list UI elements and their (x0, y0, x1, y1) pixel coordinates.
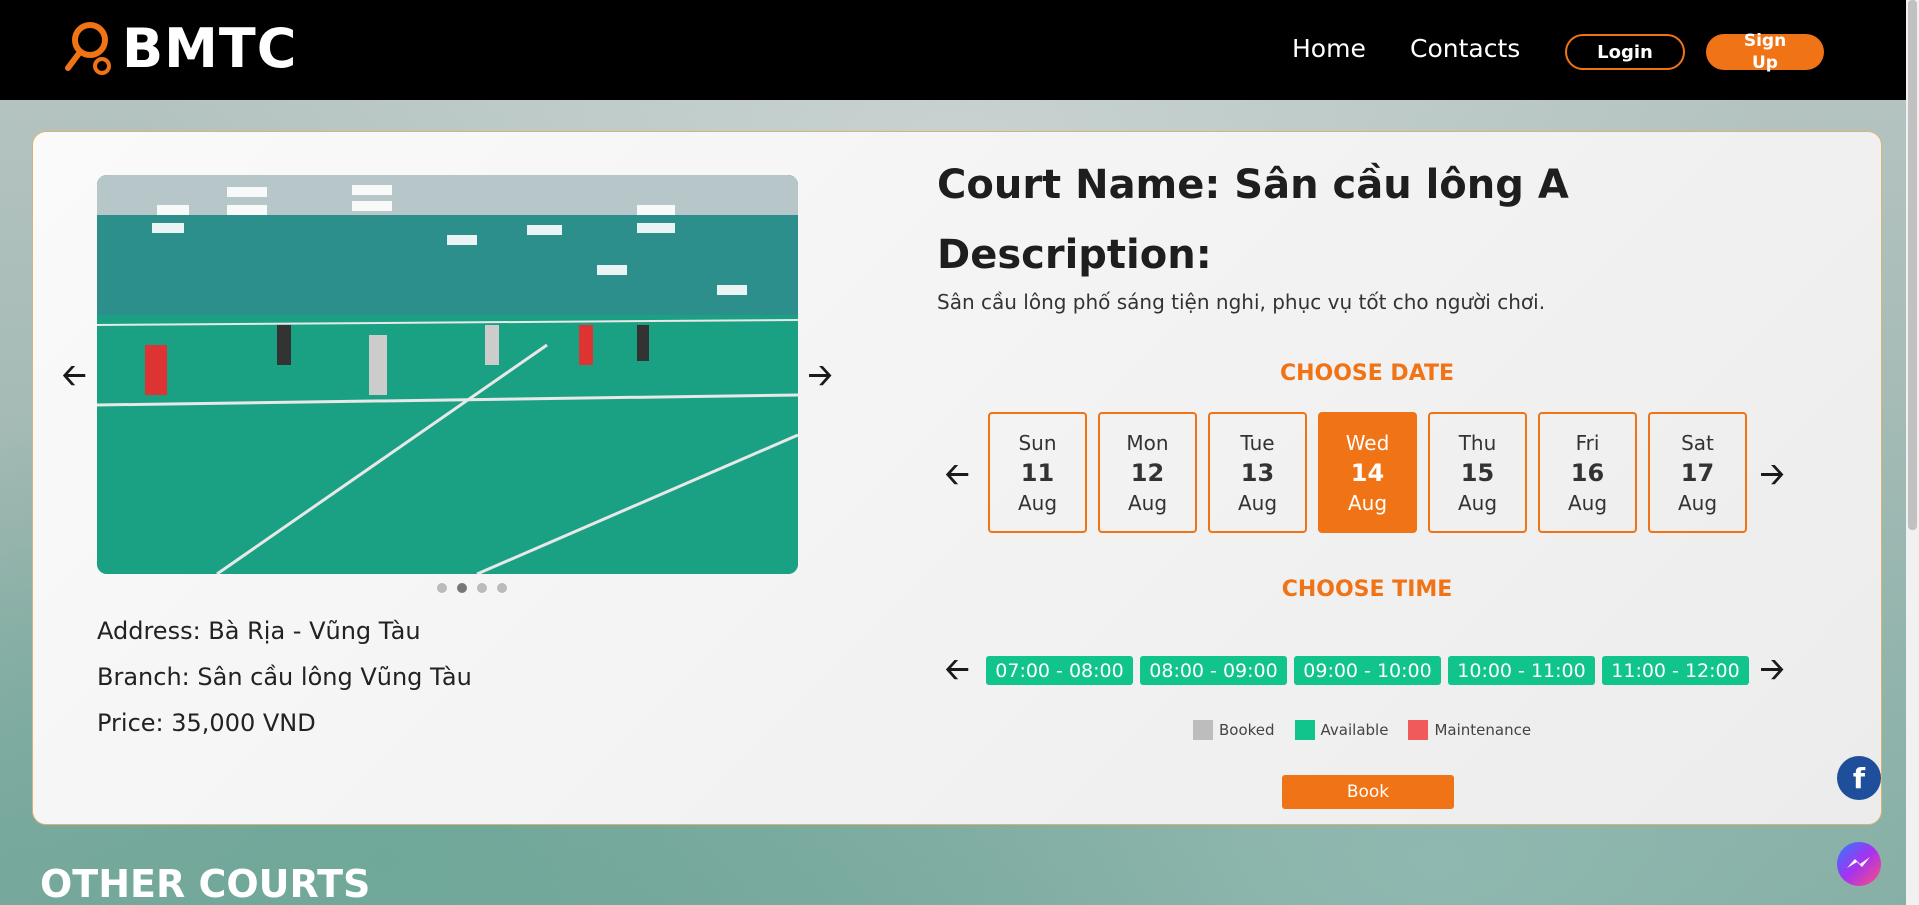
date-next-arrow-icon[interactable]: 🡢 (1760, 460, 1784, 490)
page-scrollbar[interactable] (1906, 0, 1919, 905)
court-name-title: Court Name: Sân cầu lông A (937, 162, 1569, 208)
time-slot[interactable]: 11:00 - 12:00 (1602, 656, 1749, 685)
date-card-fri[interactable]: Fri 16 Aug (1538, 412, 1637, 533)
legend-available: Available (1294, 720, 1389, 740)
carousel-next-arrow-icon[interactable]: 🡢 (808, 361, 832, 391)
legend-swatch (1408, 720, 1429, 740)
legend-label: Booked (1219, 721, 1275, 739)
carousel-prev-arrow-icon[interactable]: 🡠 (62, 361, 86, 391)
date-prev-arrow-icon[interactable]: 🡠 (945, 460, 969, 490)
login-button[interactable]: Login (1565, 34, 1685, 70)
time-next-arrow-icon[interactable]: 🡢 (1760, 655, 1784, 685)
court-photo (97, 175, 798, 574)
date-dow: Fri (1575, 430, 1600, 455)
court-price: Price: 35,000 VND (97, 709, 316, 737)
choose-date-label: CHOOSE DATE (1279, 361, 1455, 386)
date-month: Aug (1127, 490, 1168, 515)
date-card-mon[interactable]: Mon 12 Aug (1098, 412, 1197, 533)
date-month: Aug (1457, 490, 1498, 515)
legend-label: Available (1320, 721, 1389, 739)
date-dow: Mon (1126, 430, 1169, 455)
date-month: Aug (1017, 490, 1058, 515)
choose-time-label: CHOOSE TIME (1281, 577, 1453, 602)
messenger-icon[interactable] (1837, 842, 1881, 886)
date-selector: Sun 11 Aug Mon 12 Aug Tue 13 Aug Wed 14 … (988, 412, 1747, 533)
scrollbar-thumb[interactable] (1908, 0, 1917, 530)
date-day: 16 (1570, 458, 1605, 487)
date-month: Aug (1567, 490, 1608, 515)
nav-home[interactable]: Home (1292, 34, 1366, 63)
facebook-icon[interactable]: f (1837, 756, 1881, 800)
carousel-dot-active[interactable] (457, 583, 467, 593)
racket-logo-icon (64, 18, 114, 78)
date-card-sat[interactable]: Sat 17 Aug (1648, 412, 1747, 533)
date-card-thu[interactable]: Thu 15 Aug (1428, 412, 1527, 533)
carousel-dots (437, 583, 507, 593)
nav-contacts[interactable]: Contacts (1410, 34, 1520, 63)
date-month: Aug (1677, 490, 1718, 515)
book-button[interactable]: Book (1282, 775, 1454, 809)
top-navbar: BMTC Home Contacts Login Sign Up (0, 0, 1906, 100)
description-heading: Description: (937, 232, 1212, 278)
date-day: 15 (1460, 458, 1495, 487)
date-dow: Tue (1240, 430, 1275, 455)
time-slot-selector: 07:00 - 08:00 08:00 - 09:00 09:00 - 10:0… (986, 656, 1749, 685)
date-month: Aug (1237, 490, 1278, 515)
date-dow: Sat (1681, 430, 1714, 455)
date-dow: Wed (1345, 430, 1390, 455)
signup-button[interactable]: Sign Up (1706, 31, 1824, 73)
brand-logo[interactable]: BMTC (64, 16, 298, 80)
court-address: Address: Bà Rịa - Vũng Tàu (97, 617, 421, 645)
time-slot[interactable]: 08:00 - 09:00 (1140, 656, 1287, 685)
date-card-sun[interactable]: Sun 11 Aug (988, 412, 1087, 533)
slot-legend: Booked Available Maintenance (1193, 720, 1531, 740)
carousel-dot[interactable] (497, 583, 507, 593)
legend-swatch (1193, 720, 1213, 740)
date-day: 17 (1680, 458, 1715, 487)
carousel-dot[interactable] (437, 583, 447, 593)
other-courts-heading: OTHER COURTS (40, 862, 371, 905)
time-slot[interactable]: 09:00 - 10:00 (1294, 656, 1441, 685)
legend-swatch (1294, 720, 1315, 740)
time-slot[interactable]: 07:00 - 08:00 (986, 656, 1133, 685)
legend-maintenance: Maintenance (1408, 720, 1531, 740)
legend-label: Maintenance (1434, 721, 1532, 739)
carousel-dot[interactable] (477, 583, 487, 593)
brand-name: BMTC (122, 16, 298, 80)
date-day: 14 (1350, 458, 1385, 487)
date-day: 12 (1130, 458, 1165, 487)
date-dow: Sun (1018, 430, 1057, 455)
date-dow: Thu (1458, 430, 1497, 455)
date-day: 11 (1020, 458, 1055, 487)
date-month: Aug (1347, 490, 1388, 515)
time-prev-arrow-icon[interactable]: 🡠 (945, 655, 969, 685)
court-branch: Branch: Sân cầu lông Vũng Tàu (97, 663, 472, 691)
time-slot[interactable]: 10:00 - 11:00 (1448, 656, 1595, 685)
date-day: 13 (1240, 458, 1275, 487)
court-description: Sân cầu lông phố sáng tiện nghi, phục vụ… (937, 290, 1546, 314)
legend-booked: Booked (1193, 720, 1275, 740)
date-card-wed-selected[interactable]: Wed 14 Aug (1318, 412, 1417, 533)
svg-text:f: f (1853, 762, 1866, 795)
date-card-tue[interactable]: Tue 13 Aug (1208, 412, 1307, 533)
